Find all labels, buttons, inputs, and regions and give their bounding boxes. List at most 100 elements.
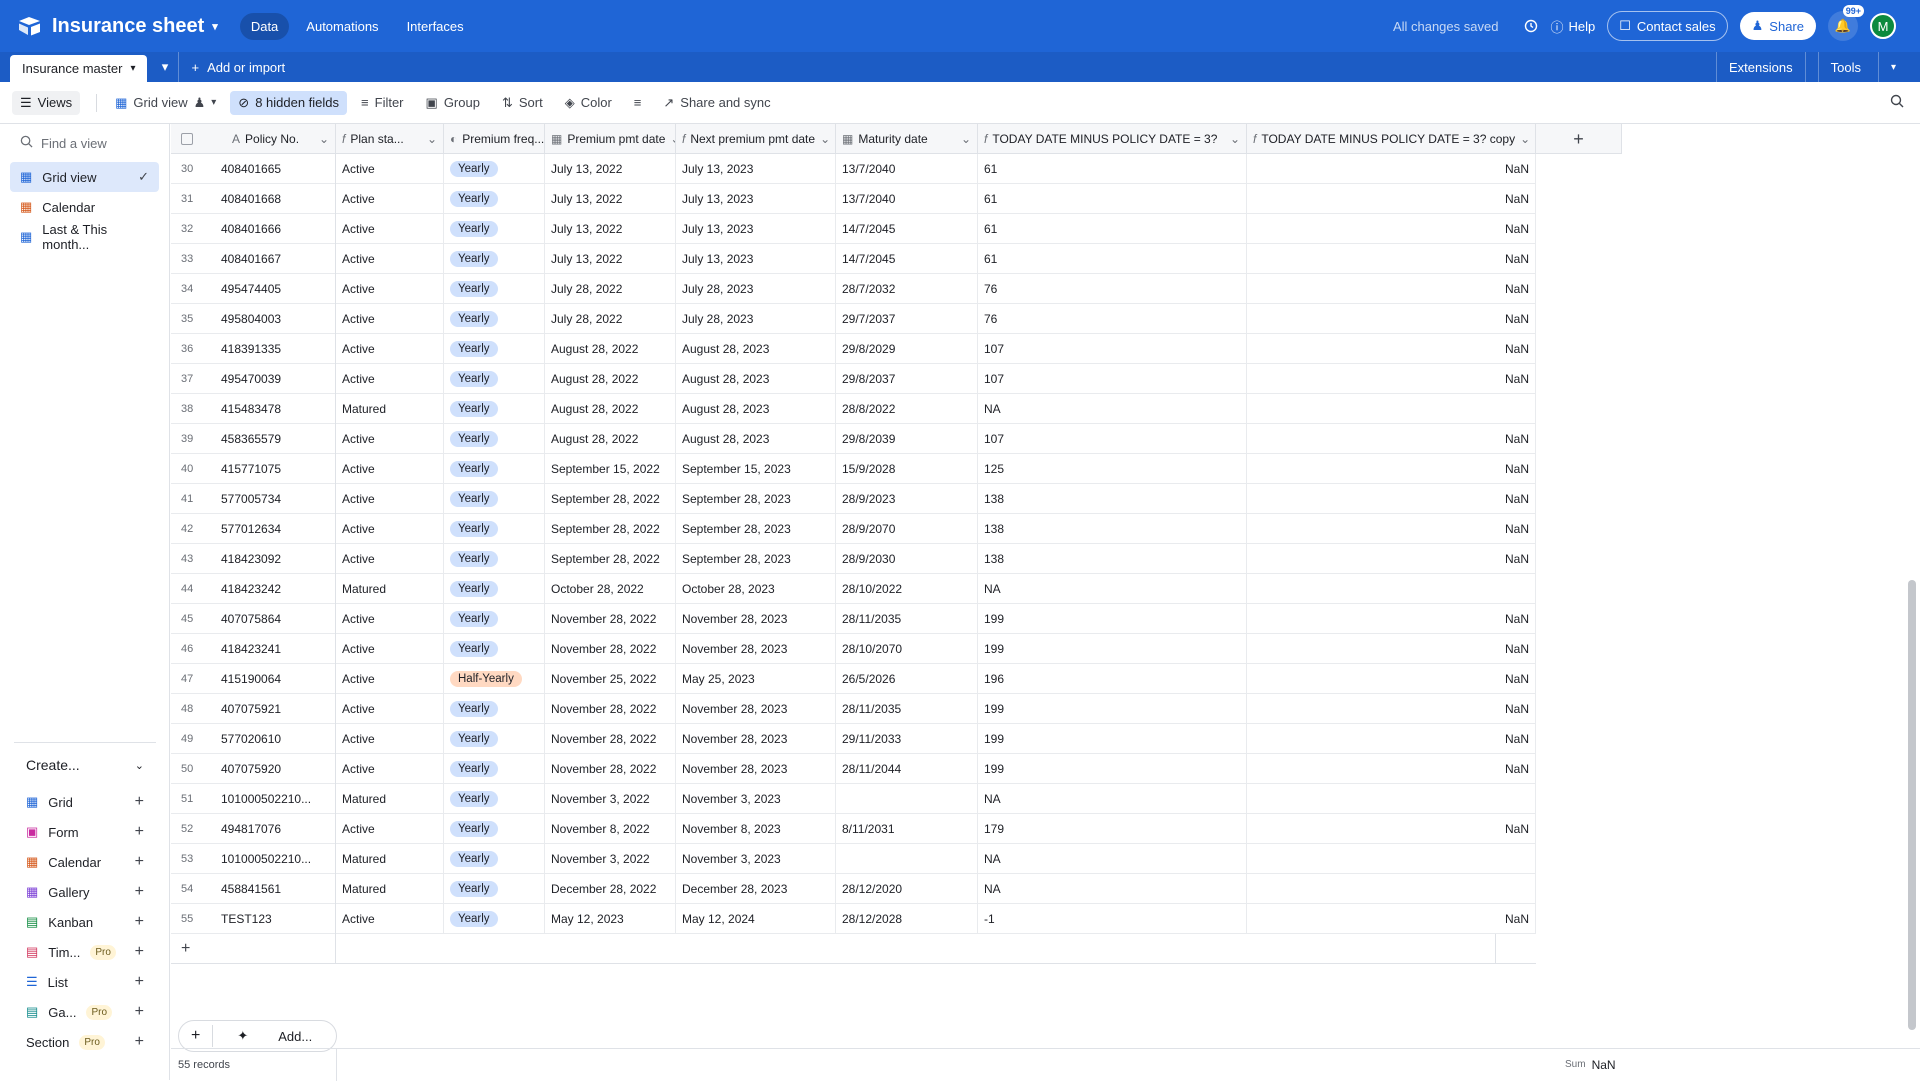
primary-cell[interactable]: 47 415190064 xyxy=(171,664,336,694)
grid-view-switcher[interactable]: ▦ Grid view ♟ ▾ xyxy=(107,91,224,115)
today-minus-policy-cell[interactable]: 61 xyxy=(978,214,1247,244)
premium-frequency-cell[interactable]: Yearly xyxy=(444,424,545,454)
plan-status-cell[interactable]: Active xyxy=(336,814,444,844)
next-premium-date-cell[interactable]: August 28, 2023 xyxy=(676,424,836,454)
today-minus-policy-copy-cell[interactable]: NaN xyxy=(1247,274,1536,304)
today-minus-policy-copy-cell[interactable]: NaN xyxy=(1247,484,1536,514)
today-minus-policy-cell[interactable]: 107 xyxy=(978,424,1247,454)
add-field-button[interactable]: + xyxy=(1536,124,1622,154)
table-row[interactable]: 53 101000502210... Matured Yearly November 3… xyxy=(171,844,1536,874)
today-minus-policy-copy-cell[interactable]: NaN xyxy=(1247,664,1536,694)
today-minus-policy-copy-cell[interactable]: NaN xyxy=(1247,154,1536,184)
notifications-button[interactable]: 🔔 99+ xyxy=(1828,5,1864,41)
views-toggle-button[interactable]: ☰ Views xyxy=(12,90,81,115)
find-view-search[interactable]: Find a view xyxy=(0,124,169,162)
premium-frequency-cell[interactable]: Yearly xyxy=(444,304,545,334)
primary-cell[interactable]: 41 577005734 xyxy=(171,484,336,514)
select-all-checkbox[interactable] xyxy=(181,133,193,145)
premium-frequency-cell[interactable]: Yearly xyxy=(444,274,545,304)
next-premium-date-cell[interactable]: September 28, 2023 xyxy=(676,544,836,574)
premium-frequency-cell[interactable]: Half-Yearly xyxy=(444,664,545,694)
add-row-button[interactable]: + xyxy=(171,934,336,964)
primary-cell[interactable]: 40 415771075 xyxy=(171,454,336,484)
today-minus-policy-copy-cell[interactable]: NaN xyxy=(1247,184,1536,214)
group-button[interactable]: ▣ Group xyxy=(418,91,488,115)
premium-pmt-date-cell[interactable]: July 13, 2022 xyxy=(545,244,676,274)
today-minus-policy-cell[interactable]: 196 xyxy=(978,664,1247,694)
next-premium-date-cell[interactable]: September 28, 2023 xyxy=(676,484,836,514)
table-row[interactable]: 55 TEST123 Active Yearly May 12, 2023 May 12,… xyxy=(171,904,1536,934)
today-minus-policy-copy-cell[interactable]: NaN xyxy=(1247,724,1536,754)
next-premium-date-cell[interactable]: November 28, 2023 xyxy=(676,634,836,664)
table-row[interactable]: 49 577020610 Active Yearly November 28, 2022… xyxy=(171,724,1536,754)
maturity-date-cell[interactable]: 28/8/2022 xyxy=(836,394,978,424)
premium-frequency-cell[interactable]: Yearly xyxy=(444,874,545,904)
plan-status-cell[interactable]: Active xyxy=(336,244,444,274)
create-calendar-button[interactable]: ▦ Calendar + xyxy=(14,847,156,877)
maturity-date-cell[interactable]: 28/11/2044 xyxy=(836,754,978,784)
next-premium-date-cell[interactable]: July 13, 2023 xyxy=(676,214,836,244)
primary-cell[interactable]: 30 408401665 xyxy=(171,154,336,184)
table-row[interactable]: 32 408401666 Active Yearly July 13, 2022 July… xyxy=(171,214,1536,244)
today-minus-policy-copy-cell[interactable]: NaN xyxy=(1247,514,1536,544)
primary-cell[interactable]: 31 408401668 xyxy=(171,184,336,214)
primary-cell[interactable]: 34 495474405 xyxy=(171,274,336,304)
maturity-date-cell[interactable]: 28/9/2030 xyxy=(836,544,978,574)
next-premium-date-cell[interactable]: July 13, 2023 xyxy=(676,184,836,214)
maturity-date-cell[interactable]: 14/7/2045 xyxy=(836,244,978,274)
today-minus-policy-cell[interactable]: 138 xyxy=(978,484,1247,514)
maturity-date-cell[interactable]: 28/7/2032 xyxy=(836,274,978,304)
table-row[interactable]: 43 418423092 Active Yearly September 28, 202… xyxy=(171,544,1536,574)
next-premium-date-cell[interactable]: July 13, 2023 xyxy=(676,244,836,274)
table-row[interactable]: 30 408401665 Active Yearly July 13, 2022 July… xyxy=(171,154,1536,184)
today-minus-policy-cell[interactable]: 179 xyxy=(978,814,1247,844)
premium-pmt-date-cell[interactable]: July 13, 2022 xyxy=(545,184,676,214)
next-premium-date-cell[interactable]: August 28, 2023 xyxy=(676,394,836,424)
premium-pmt-date-cell[interactable]: November 3, 2022 xyxy=(545,844,676,874)
plan-status-cell[interactable]: Matured xyxy=(336,574,444,604)
plan-status-cell[interactable]: Active xyxy=(336,904,444,934)
table-row[interactable]: 46 418423241 Active Yearly November 28, 2022… xyxy=(171,634,1536,664)
primary-cell[interactable]: 43 418423092 xyxy=(171,544,336,574)
premium-frequency-cell[interactable]: Yearly xyxy=(444,154,545,184)
create-grid-button[interactable]: ▦ Grid + xyxy=(14,787,156,817)
share-button[interactable]: ♟ Share xyxy=(1739,12,1816,40)
today-minus-policy-cell[interactable]: NA xyxy=(978,574,1247,604)
table-row[interactable]: 41 577005734 Active Yearly September 28, 202… xyxy=(171,484,1536,514)
add-or-import-button[interactable]: + Add or import xyxy=(191,52,285,82)
plan-status-cell[interactable]: Active xyxy=(336,154,444,184)
primary-cell[interactable]: 37 495470039 xyxy=(171,364,336,394)
plan-status-cell[interactable]: Active xyxy=(336,364,444,394)
today-minus-policy-copy-cell[interactable]: NaN xyxy=(1247,904,1536,934)
today-minus-policy-cell[interactable]: 199 xyxy=(978,604,1247,634)
column-header-label[interactable]: Policy No. xyxy=(245,132,299,146)
today-minus-policy-cell[interactable]: 107 xyxy=(978,364,1247,394)
plan-status-cell[interactable]: Active xyxy=(336,754,444,784)
next-premium-date-cell[interactable]: November 28, 2023 xyxy=(676,754,836,784)
primary-cell[interactable]: 55 TEST123 xyxy=(171,904,336,934)
next-premium-date-cell[interactable]: August 28, 2023 xyxy=(676,334,836,364)
primary-cell[interactable]: 54 458841561 xyxy=(171,874,336,904)
column-header-today-minus-policy-copy[interactable]: f TODAY DATE MINUS POLICY DATE = 3? copy… xyxy=(1247,124,1536,154)
maturity-date-cell[interactable]: 28/9/2023 xyxy=(836,484,978,514)
maturity-date-cell[interactable]: 28/11/2035 xyxy=(836,694,978,724)
today-minus-policy-copy-cell[interactable]: NaN xyxy=(1247,364,1536,394)
tools-button[interactable]: Tools ▾ xyxy=(1804,52,1920,82)
plan-status-cell[interactable]: Active xyxy=(336,424,444,454)
extensions-button[interactable]: Extensions xyxy=(1716,52,1805,82)
table-row[interactable]: 42 577012634 Active Yearly September 28, 202… xyxy=(171,514,1536,544)
primary-cell[interactable]: 52 494817076 xyxy=(171,814,336,844)
plan-status-cell[interactable]: Active xyxy=(336,184,444,214)
today-minus-policy-copy-cell[interactable] xyxy=(1247,844,1536,874)
history-icon[interactable] xyxy=(1524,19,1538,33)
today-minus-policy-cell[interactable]: 199 xyxy=(978,724,1247,754)
today-minus-policy-copy-cell[interactable]: NaN xyxy=(1247,424,1536,454)
next-premium-date-cell[interactable]: July 28, 2023 xyxy=(676,304,836,334)
today-minus-policy-copy-cell[interactable]: NaN xyxy=(1247,214,1536,244)
today-minus-policy-copy-cell[interactable] xyxy=(1247,574,1536,604)
plan-status-cell[interactable]: Active xyxy=(336,604,444,634)
premium-frequency-cell[interactable]: Yearly xyxy=(444,394,545,424)
today-minus-policy-cell[interactable]: 76 xyxy=(978,304,1247,334)
premium-pmt-date-cell[interactable]: October 28, 2022 xyxy=(545,574,676,604)
next-premium-date-cell[interactable]: May 25, 2023 xyxy=(676,664,836,694)
